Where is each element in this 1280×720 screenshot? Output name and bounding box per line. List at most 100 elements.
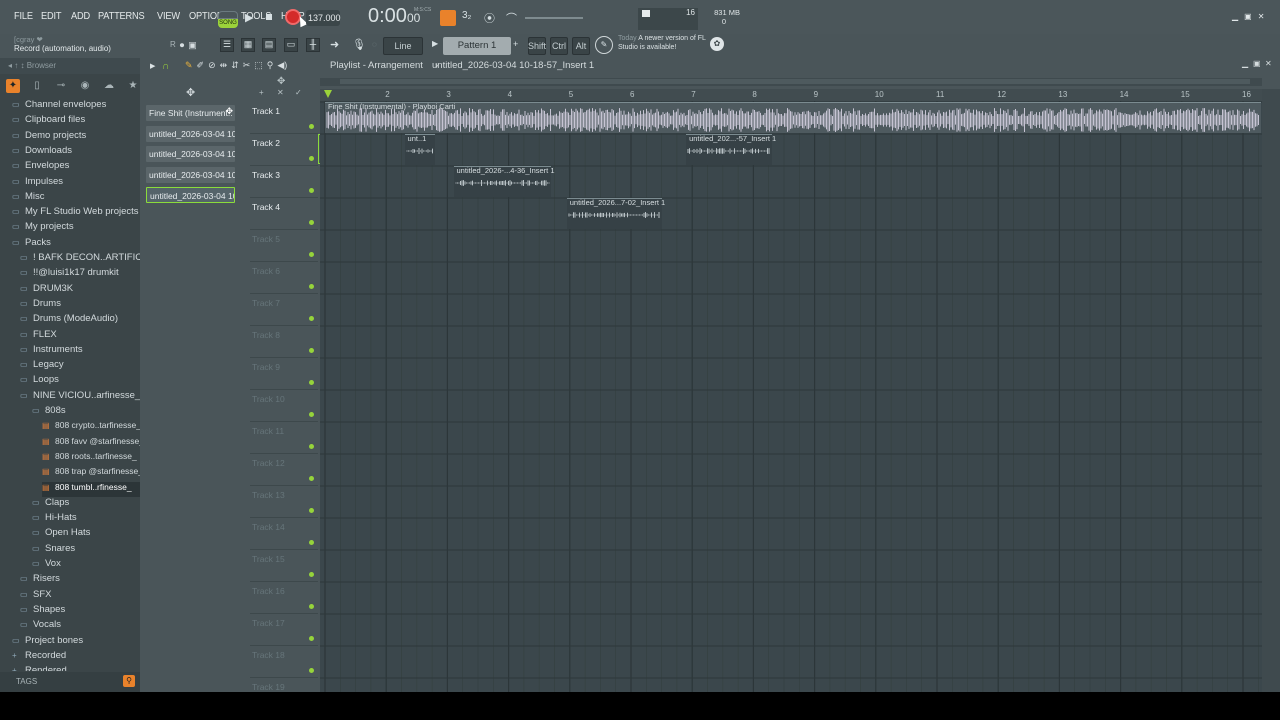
browser-item-envelopes[interactable]: ▭ Envelopes [12,160,140,175]
track-mute-led[interactable] [309,124,314,129]
browser-item-instruments[interactable]: ▭ Instruments [20,344,140,359]
menu-add[interactable]: ADD [71,10,90,26]
browser-plugin-icon[interactable]: ⊸ [54,79,68,93]
playlist-grid[interactable]: Fine Shit (Instrumental) - Playboi Carti… [320,101,1262,692]
audio-clip-5[interactable]: untitled_2026...7-02_Insert 1 [566,198,665,229]
audio-clip-1[interactable]: Fine Shit (Instrumental) - Playboi Carti [325,102,1262,133]
playlist-close-icon[interactable]: ✕ [1265,59,1272,68]
browser-item-open-hats[interactable]: ▭ Open Hats [32,527,140,542]
slip-tool-icon[interactable]: ⇵ [231,60,239,71]
vertical-scrollbar[interactable] [1262,89,1280,692]
browser-item-claps[interactable]: ▭ Claps [32,497,140,512]
playback-tool-icon[interactable]: ◀) [277,60,287,71]
track-mute-led[interactable] [309,476,314,481]
track-header-3[interactable]: Track 3 [250,166,318,198]
track-mute-led[interactable] [309,252,314,257]
arrow-right-icon[interactable]: ➜ [330,38,339,51]
playhead-marker-icon[interactable] [324,90,332,98]
track-mute-led[interactable] [309,540,314,545]
browser-item-808-tumbl-rfinesse[interactable]: ▤ 808 tumbl..rfinesse_ [42,481,140,497]
browser-item-808-roots-tarfinesse[interactable]: ▤ 808 roots..tarfinesse_ [42,451,140,466]
browser-item-vocals[interactable]: ▭ Vocals [20,619,140,634]
browser-item-snares[interactable]: ▭ Snares [32,543,140,558]
tags-bar[interactable]: TAGS ⚲ [0,672,140,692]
track-mute-led[interactable] [309,316,314,321]
channel-rack-shortcut-icon[interactable]: ▤ [262,38,276,52]
browser-item-demo-projects[interactable]: ▭ Demo projects [12,130,140,145]
playlist-minimize-icon[interactable]: ▁ [1242,59,1248,68]
browser-item-misc[interactable]: ▭ Misc [12,191,140,206]
zoom-tool-icon[interactable]: ⚲ [267,60,274,71]
browser-item-recorded[interactable]: + Recorded [12,650,140,665]
metronome-icon[interactable]: ⌒ [506,10,517,26]
pattern-select[interactable]: Pattern 1 [443,37,511,55]
track-header-12[interactable]: Track 12 [250,454,318,486]
browser-item-808-favv-starfinesse[interactable]: ▤ 808 favv @starfinesse_ [42,436,140,451]
menu-edit[interactable]: EDIT [41,10,62,26]
browser-item-rendered[interactable]: + Rendered [12,665,140,671]
picker-clip-3[interactable]: untitled_2026-03-04 10-.. [146,146,235,162]
song-mode-toggle[interactable]: SONG [218,11,238,29]
blend-notes-icon[interactable]: ⦿ [484,10,495,26]
browser-item-channel-envelopes[interactable]: ▭ Channel envelopes [12,99,140,114]
delete-tool-icon[interactable]: ⊘ [208,60,216,71]
snap-magnet-icon[interactable]: ◌ [372,40,377,49]
fl-cloud-icon[interactable]: ✿ [710,37,724,51]
browser-item-bafk-decon-artificial[interactable]: ▭ ! BAFK DECON..ARTIFICIAL [20,252,140,267]
picker-clip-5[interactable]: untitled_2026-03-04 10-.. [146,187,235,203]
browser-item-risers[interactable]: ▭ Risers [20,573,140,588]
picker-drag-icon[interactable]: ✥ [225,106,233,117]
vertical-scroll-thumb[interactable] [1265,109,1276,679]
track-header-9[interactable]: Track 9 [250,358,318,390]
browser-item-vox[interactable]: ▭ Vox [32,558,140,573]
browser-disc-icon[interactable]: ◉ [78,79,92,93]
track-mute-led[interactable] [309,412,314,417]
track-header-18[interactable]: Track 18 [250,646,318,678]
browser-item-my-fl-studio-web-projects[interactable]: ▭ My FL Studio Web projects [12,206,140,221]
shift-key-button[interactable]: Shift [528,37,546,55]
browser-item-impulses[interactable]: ▭ Impulses [12,176,140,191]
track-mute-led[interactable] [309,156,314,161]
menu-file[interactable]: FILE [14,10,33,26]
typing-keyboard-icon[interactable] [440,10,456,26]
track-header-8[interactable]: Track 8 [250,326,318,358]
browser-star-icon[interactable]: ★ [126,79,140,93]
browser-item-project-bones[interactable]: ▭ Project bones [12,635,140,650]
browser-item-legacy[interactable]: ▭ Legacy [20,359,140,374]
track-move-icon[interactable]: ✥ [277,76,285,87]
track-header-6[interactable]: Track 6 [250,262,318,294]
playlist-current-item[interactable]: untitled_2026-03-04 10-18-57_Insert 1 [432,60,594,71]
news-icon[interactable]: ✎ [595,36,613,54]
ctrl-key-button[interactable]: Ctrl [550,37,568,55]
maximize-icon[interactable]: ▣ [1244,12,1252,24]
browser-item-shapes[interactable]: ▭ Shapes [20,604,140,619]
brush-tool-icon[interactable]: ✐ [197,60,205,71]
master-volume-slider[interactable] [525,17,583,19]
browser-item-packs[interactable]: ▭ Packs [12,237,140,252]
play-button[interactable]: ▶ [245,11,253,24]
audio-clip-3[interactable]: untitled_202...-57_Insert 1 [686,134,776,165]
track-header-13[interactable]: Track 13 [250,486,318,518]
audio-clip-2[interactable]: unt..1 [404,134,436,165]
picker-clip-1[interactable]: Fine Shit (Instrument.. ✥ [146,105,235,121]
plugin-shortcut-icon[interactable]: ╫ [306,38,320,52]
tempo-display[interactable]: 137.000 [306,10,341,26]
close-icon[interactable]: ✕ [1258,12,1265,24]
track-header-14[interactable]: Track 14 [250,518,318,550]
countdown-icon[interactable]: 3₂ [462,10,471,21]
playlist-shortcut-icon[interactable]: ☰ [220,38,234,52]
pattern-prev-icon[interactable]: ▶ [432,39,438,48]
track-check-icon[interactable]: ✓ [295,88,302,97]
track-mute-led[interactable] [309,572,314,577]
stop-button[interactable] [266,14,272,20]
track-add-icon[interactable]: + [259,88,264,97]
track-mute-led[interactable] [309,188,314,193]
browser-cloud-icon[interactable]: ☁ [102,79,116,93]
track-mute-led[interactable] [309,668,314,673]
timeline-ruler[interactable]: 2 3 4 5 6 7 8 9 10 11 12 13 14 15 16 [320,89,1262,101]
tags-search-icon[interactable]: ⚲ [123,675,135,687]
audio-clip-4[interactable]: untitled_2026-...4-36_Insert 1 [453,166,555,197]
browser-item-luisi1k17-drumkit[interactable]: ▭ !!@luisi1k17 drumkit [20,267,140,282]
browser-item-sfx[interactable]: ▭ SFX [20,589,140,604]
horizontal-scroll-thumb[interactable] [340,79,1250,84]
